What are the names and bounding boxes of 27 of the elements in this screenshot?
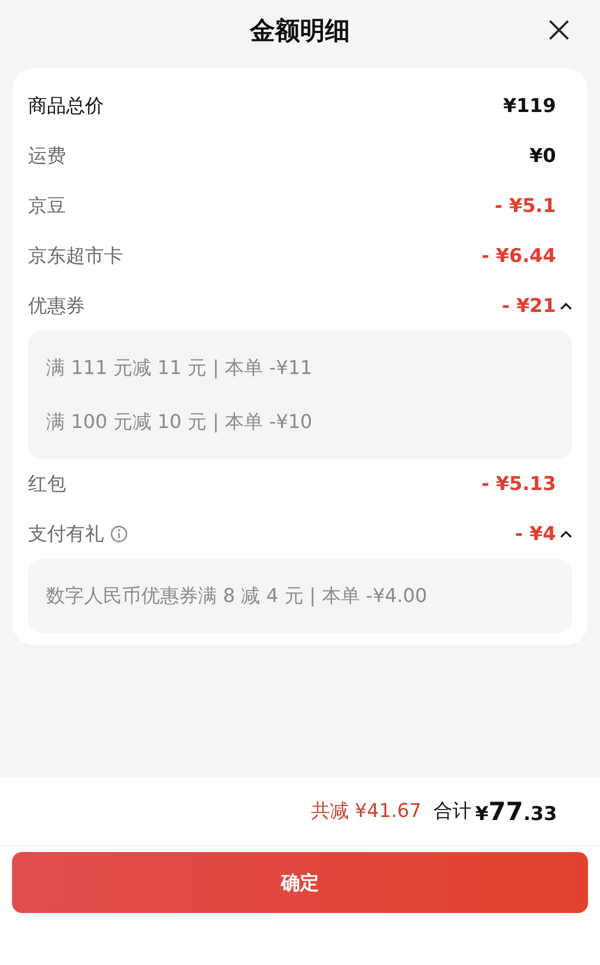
sheet-title: 金额明细 [250, 14, 350, 46]
row-label: 京豆 [28, 194, 66, 219]
row-label: 优惠券 [28, 294, 85, 319]
row-amount: - ¥5.1 [494, 195, 556, 217]
row-amount: ¥119 [503, 95, 556, 117]
detail-text: 数字人民币优惠券满 8 减 4 元 | 本单 -¥4.00 [46, 584, 428, 609]
row-amount: - ¥4 [515, 523, 556, 545]
close-button[interactable] [548, 19, 570, 41]
info-icon[interactable] [110, 525, 128, 543]
confirm-button[interactable]: 确定 [12, 852, 588, 913]
row-label: 红包 [28, 472, 66, 497]
row-label: 支付有礼 [28, 522, 104, 547]
caret-up-icon[interactable] [560, 530, 572, 538]
total-label: 合计 [433, 799, 472, 824]
saved-amount: 共减 ¥41.67 [310, 799, 422, 824]
row-label: 京东超市卡 [28, 244, 123, 269]
row-label: 运费 [28, 144, 66, 169]
row-amount: - ¥5.13 [481, 473, 556, 495]
row-label: 商品总价 [28, 94, 104, 119]
detail-text: 满 100 元减 10 元 | 本单 -¥10 [46, 410, 314, 435]
row-amount: ¥0 [530, 145, 556, 167]
row-amount: - ¥21 [502, 295, 556, 317]
row-amount: - ¥6.44 [481, 245, 556, 267]
detail-text: 满 111 元减 11 元 | 本单 -¥11 [46, 356, 314, 381]
caret-up-icon[interactable] [560, 302, 572, 310]
total-amount: ¥77.33 [475, 796, 557, 826]
close-icon [548, 19, 570, 41]
